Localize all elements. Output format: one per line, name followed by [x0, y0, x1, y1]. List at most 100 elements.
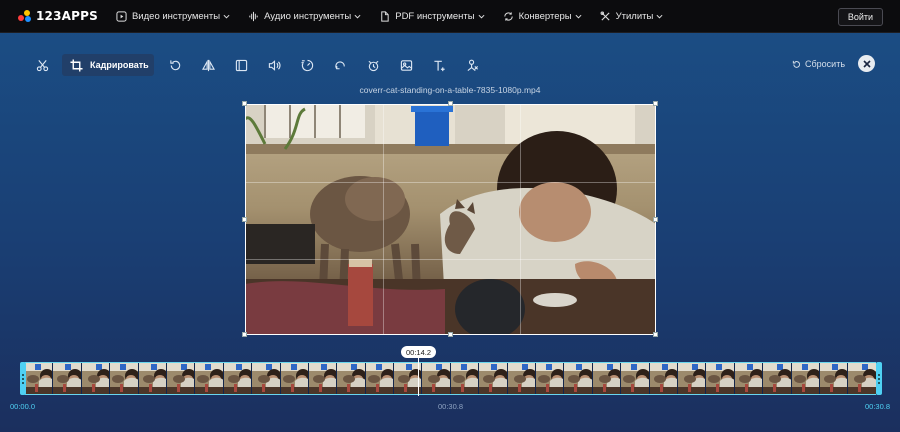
crop-selection-box[interactable] — [245, 104, 656, 335]
crop-handle-right[interactable] — [653, 217, 658, 222]
trim-start-handle[interactable] — [20, 362, 26, 395]
crop-grid-line — [246, 182, 655, 183]
volume-icon — [268, 59, 281, 71]
nav-item-audio-tools[interactable]: Аудио инструменты — [248, 11, 361, 22]
scissors-icon — [36, 59, 49, 71]
filmstrip-thumbnail — [536, 363, 565, 394]
remove-logo-tool-button[interactable] — [456, 54, 489, 76]
filmstrip-thumbnail — [365, 363, 395, 394]
document-icon — [381, 10, 389, 22]
crop-icon — [70, 58, 83, 72]
resize-frame-icon — [235, 59, 248, 71]
reset-undo-icon — [792, 60, 801, 68]
stabilize-icon — [368, 60, 379, 71]
filmstrip-thumbnail — [507, 363, 537, 394]
crop-grid-line — [246, 259, 655, 260]
chevron-down-icon — [478, 14, 485, 19]
top-navigation: 123APPS Видео инструменты Аудио инструме… — [0, 0, 900, 33]
filmstrip-thumbnail — [677, 363, 707, 394]
crop-handle-top-left[interactable] — [242, 101, 247, 106]
close-button[interactable] — [858, 55, 875, 72]
filmstrip-thumbnail — [195, 363, 224, 394]
crop-handle-bottom[interactable] — [448, 332, 453, 337]
crop-grid-line — [520, 105, 521, 334]
filmstrip-thumbnail — [53, 363, 82, 394]
nav-item-utilities[interactable]: Утилиты — [600, 11, 664, 22]
filmstrip-thumbnail — [848, 363, 876, 394]
crop-tool-button[interactable]: Кадрировать — [62, 54, 154, 76]
filmstrip-thumbnail — [223, 363, 253, 394]
nav-item-video-tools[interactable]: Видео инструменты — [116, 11, 230, 22]
chevron-down-icon — [575, 14, 582, 19]
crop-tool-label: Кадрировать — [90, 60, 149, 70]
video-filename: coverr-cat-standing-on-a-table-7835-1080… — [359, 85, 541, 95]
audio-wave-icon — [249, 11, 258, 21]
speed-icon — [301, 59, 314, 71]
speed-tool-button[interactable] — [291, 54, 324, 76]
crop-handle-left[interactable] — [242, 217, 247, 222]
filmstrip-thumbnail — [763, 363, 792, 394]
filmstrip — [25, 362, 876, 395]
start-time-label: 00:00.0 — [10, 402, 36, 411]
filmstrip-thumbnail — [81, 363, 111, 394]
cut-tool-button[interactable] — [26, 54, 59, 76]
nav-item-label: Конвертеры — [518, 10, 572, 22]
rotate-tool-button[interactable] — [159, 54, 192, 76]
filmstrip-thumbnail — [592, 363, 622, 394]
filmstrip-thumbnail — [422, 363, 451, 394]
close-icon — [862, 59, 871, 68]
nav-item-converters[interactable]: Конвертеры — [503, 11, 582, 22]
flip-tool-button[interactable] — [192, 54, 225, 76]
reset-button[interactable]: Сбросить — [792, 59, 845, 69]
video-play-icon — [116, 10, 127, 22]
nav-item-pdf-tools[interactable]: PDF инструменты — [379, 10, 485, 22]
resize-tool-button[interactable] — [225, 54, 258, 76]
filmstrip-thumbnail — [138, 363, 167, 394]
playhead[interactable] — [418, 358, 419, 396]
filmstrip-thumbnail — [25, 363, 54, 394]
image-icon — [400, 59, 413, 71]
filmstrip-thumbnail — [252, 363, 281, 394]
filmstrip-thumbnail — [564, 363, 593, 394]
filmstrip-thumbnail — [280, 363, 309, 394]
logo-dots-icon — [18, 10, 32, 22]
filmstrip-thumbnail — [706, 363, 735, 394]
volume-tool-button[interactable] — [258, 54, 291, 76]
video-preview[interactable] — [242, 101, 658, 337]
duration-time-label: 00:30.8 — [438, 402, 464, 411]
trim-end-handle[interactable] — [876, 362, 882, 395]
chevron-down-icon — [656, 14, 663, 19]
wrench-tools-icon — [600, 11, 610, 21]
filmstrip-thumbnail — [337, 363, 366, 394]
nav-item-label: Видео инструменты — [131, 10, 221, 22]
crop-handle-top[interactable] — [448, 101, 453, 106]
stabilize-tool-button[interactable] — [357, 54, 390, 76]
crop-handle-bottom-right[interactable] — [653, 332, 658, 337]
text-tool-button[interactable] — [423, 54, 456, 76]
filmstrip-thumbnail — [450, 363, 480, 394]
nav-item-label: PDF инструменты — [395, 10, 475, 22]
convert-refresh-icon — [503, 11, 513, 21]
current-time-bubble: 00:14.2 — [401, 346, 436, 358]
crop-handle-bottom-left[interactable] — [242, 332, 247, 337]
logo[interactable]: 123APPS — [18, 0, 98, 33]
chevron-down-icon — [223, 14, 230, 19]
editor-toolbar: Кадрировать — [26, 54, 489, 76]
filmstrip-thumbnail — [819, 363, 849, 394]
login-button[interactable]: Войти — [837, 8, 883, 26]
timeline-track[interactable] — [20, 362, 882, 395]
loop-tool-button[interactable] — [324, 54, 357, 76]
filmstrip-thumbnail — [791, 363, 820, 394]
crop-grid-line — [383, 105, 384, 334]
end-time-label: 00:30.8 — [865, 402, 891, 411]
filmstrip-thumbnail — [479, 363, 508, 394]
chevron-down-icon — [354, 14, 361, 19]
filmstrip-thumbnail — [166, 363, 196, 394]
crop-handle-top-right[interactable] — [653, 101, 658, 106]
rotate-icon — [170, 59, 181, 70]
image-tool-button[interactable] — [390, 54, 423, 76]
loop-icon — [335, 60, 345, 69]
remove-logo-icon — [467, 59, 479, 71]
reset-label: Сбросить — [805, 59, 846, 69]
filmstrip-thumbnail — [649, 363, 678, 394]
